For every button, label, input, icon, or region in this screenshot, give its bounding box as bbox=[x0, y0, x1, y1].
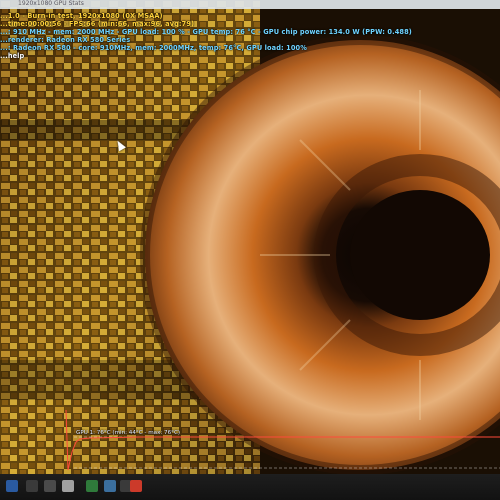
overlay-line-renderer: ...renderer: Radeon RX 580 Series bbox=[0, 36, 131, 44]
app-icon-2[interactable] bbox=[104, 480, 116, 492]
overlay-line-gpu-detail: ...: Radeon RX 580 - core: 910MHz, mem: … bbox=[0, 44, 307, 52]
overlay-line-title: ...1.0 - Burn-in test, 1920x1080 (0X MSA… bbox=[0, 12, 163, 20]
task-view-icon[interactable] bbox=[44, 480, 56, 492]
overlay-line-gpu-stats: ...: 910 MHz - mem: 2000 MHz - GPU load:… bbox=[0, 28, 412, 36]
windows-taskbar bbox=[0, 474, 500, 500]
windows-icon[interactable] bbox=[6, 480, 18, 492]
overlay-line-fps: ...time:00:00:56 - FPS:66 (min:66, max:9… bbox=[0, 20, 195, 28]
overlay-line-help: ...help bbox=[0, 52, 25, 60]
browser-title-bar: 1920x1080 GPU Stats bbox=[0, 0, 500, 9]
app-icon-1[interactable] bbox=[86, 480, 98, 492]
window-title-fragment: 1920x1080 GPU Stats bbox=[18, 0, 84, 7]
furmark-icon[interactable] bbox=[130, 480, 142, 492]
gpu-graph-label: GPU 1: 76°C (min: 44°C - max: 76°C) bbox=[76, 430, 181, 436]
furmark-render-scene bbox=[0, 0, 500, 500]
search-icon[interactable] bbox=[26, 480, 38, 492]
file-explorer-icon[interactable] bbox=[62, 480, 74, 492]
